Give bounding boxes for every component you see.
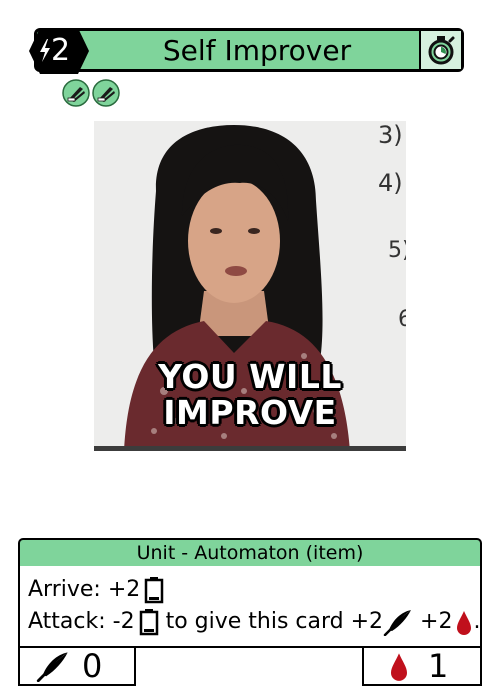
ability-text: Attack: -2 xyxy=(28,609,135,634)
ability-attack: Attack: -2 to give this card +2 +2 . xyxy=(28,608,480,636)
quill-stat: 0 xyxy=(18,646,136,686)
cost-value: 2 xyxy=(51,33,71,68)
card-title-bar: Self Improver xyxy=(34,28,464,72)
svg-text:3): 3) xyxy=(378,121,403,149)
blood-stat: 1 xyxy=(362,646,482,686)
quill-icon xyxy=(36,652,68,682)
ability-text: +2 xyxy=(413,609,453,634)
card-art: 3) 4) 5) 6 YOU WILL IMPROVE xyxy=(94,121,406,451)
token-icon xyxy=(62,79,90,107)
ability-text: to give this card +2 xyxy=(158,609,384,634)
card-title: Self Improver xyxy=(162,34,352,67)
blood-drop-icon xyxy=(457,611,472,635)
art-caption-line: IMPROVE xyxy=(163,393,337,432)
blood-value: 1 xyxy=(428,647,449,685)
rules-box: Arrive: +2 Attack: -2 to give this card … xyxy=(18,566,482,648)
svg-text:5): 5) xyxy=(388,238,406,263)
art-caption: YOU WILL IMPROVE xyxy=(94,359,406,431)
timer-badge xyxy=(419,31,461,69)
ability-arrive: Arrive: +2 xyxy=(28,576,164,604)
art-caption-line: YOU WILL xyxy=(158,357,342,396)
ability-text: . xyxy=(473,609,481,634)
token-icon xyxy=(92,79,120,107)
stopwatch-icon xyxy=(428,36,455,65)
battery-icon xyxy=(145,577,164,604)
type-line: Unit - Automaton (item) xyxy=(18,538,482,568)
ability-text: Arrive: +2 xyxy=(28,577,141,602)
quill-icon xyxy=(383,610,412,636)
svg-text:4): 4) xyxy=(378,169,403,197)
blood-drop-icon xyxy=(391,653,407,681)
svg-text:6: 6 xyxy=(398,307,406,332)
battery-icon xyxy=(139,609,158,636)
token-row xyxy=(62,79,120,107)
quill-value: 0 xyxy=(82,647,103,685)
